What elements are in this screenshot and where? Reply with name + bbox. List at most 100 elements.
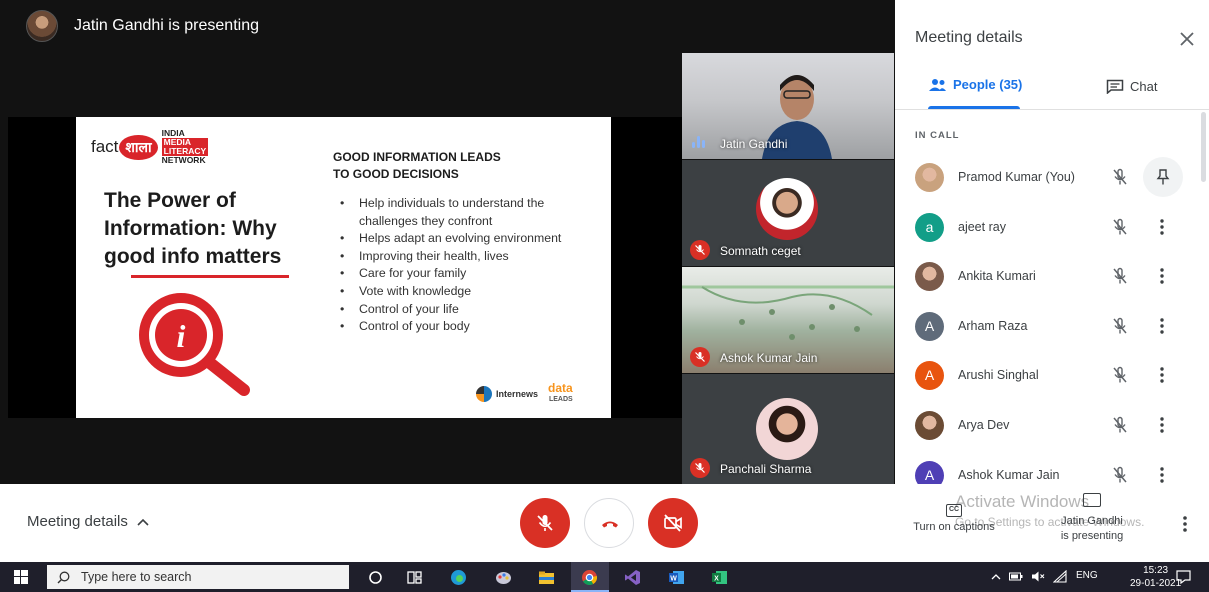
slide-bullet: Control of your body: [340, 318, 590, 336]
chat-icon: [1106, 79, 1124, 94]
participant-tile-somnath[interactable]: Somnath ceget: [682, 160, 894, 266]
participant-row[interactable]: a ajeet ray: [895, 205, 1201, 254]
participant-name: Arham Raza: [958, 318, 1028, 333]
scrollbar[interactable]: [1201, 112, 1206, 182]
svg-text:X: X: [714, 575, 719, 582]
panel-title: Meeting details: [915, 29, 1023, 46]
factshala-logo: fact शाला INDIA MEDIA LITERACY NETWORK: [91, 129, 209, 165]
slide-title: The Power of Information: Why good info …: [104, 189, 282, 268]
close-icon[interactable]: [1178, 30, 1196, 48]
participant-row[interactable]: Arya Dev: [895, 403, 1201, 452]
chevron-up-icon[interactable]: [991, 573, 1001, 580]
network-icon[interactable]: [1053, 570, 1067, 583]
file-explorer-icon[interactable]: [538, 569, 555, 586]
avatar: [915, 163, 944, 192]
tab-chat[interactable]: Chat: [1106, 79, 1157, 94]
presenting-button[interactable]: Jatin Gandhi is presenting: [1054, 493, 1130, 544]
slide-bullet: Improving their health, lives: [340, 248, 590, 266]
speaking-indicator-icon: [692, 136, 710, 148]
avatar: [915, 411, 944, 440]
participant-name: ajeet ray: [958, 219, 1006, 234]
tile-name: Ashok Kumar Jain: [720, 351, 818, 365]
bottom-bar: Meeting details Activate Windows Go to S…: [0, 484, 1209, 562]
mic-off-icon: [1113, 267, 1127, 284]
slide-footer-logos: Internews data LEADS: [476, 381, 573, 405]
more-options-icon[interactable]: [1157, 266, 1167, 286]
avatar: [756, 398, 818, 460]
more-options-icon[interactable]: [1157, 365, 1167, 385]
participant-name: Ashok Kumar Jain: [958, 467, 1060, 482]
participant-row[interactable]: A Arushi Singhal: [895, 353, 1201, 402]
svg-text:W: W: [670, 575, 677, 582]
slide-bullets: Help individuals to understand the chall…: [340, 195, 590, 336]
taskbar-search[interactable]: Type here to search: [47, 565, 349, 589]
leave-call-button[interactable]: [584, 498, 634, 548]
avatar: [915, 262, 944, 292]
visual-studio-icon[interactable]: [624, 569, 641, 586]
word-app-icon[interactable]: W: [668, 569, 685, 586]
participant-tile-panchali[interactable]: Panchali Sharma: [682, 374, 894, 484]
participant-name: Pramod Kumar (You): [958, 170, 1075, 184]
search-icon: [57, 571, 70, 583]
language-indicator[interactable]: ENG: [1076, 570, 1098, 581]
panel-divider: [895, 109, 1209, 110]
dataleads-logo: data LEADS: [548, 381, 573, 403]
slide-bullet: Vote with knowledge: [340, 283, 590, 301]
slide-divider: [131, 275, 289, 278]
pin-icon: [1156, 169, 1170, 185]
paint-app-icon[interactable]: [495, 569, 512, 586]
more-options-icon[interactable]: [1180, 514, 1190, 534]
cortana-icon[interactable]: [367, 569, 384, 586]
mic-toggle-button[interactable]: [520, 498, 570, 548]
notifications-icon[interactable]: [1176, 570, 1191, 584]
participant-row[interactable]: Pramod Kumar (You): [895, 155, 1201, 204]
windows-start-icon[interactable]: [14, 570, 28, 584]
slide-bullet: Care for your family: [340, 265, 590, 283]
camera-toggle-button[interactable]: [648, 498, 698, 548]
slide-heading: GOOD INFORMATION LEADS TO GOOD DECISIONS: [333, 150, 501, 181]
stage: Jatin Gandhi is presenting fact शाला IND…: [0, 0, 895, 484]
windows-taskbar: Type here to search W X ENG 15:23 29-01-…: [0, 562, 1209, 592]
slide-bullet: Control of your life: [340, 301, 590, 319]
volume-muted-icon[interactable]: [1031, 570, 1045, 583]
tile-name: Panchali Sharma: [720, 462, 812, 476]
chrome-browser-icon[interactable]: [581, 569, 598, 586]
internews-text: Internews: [496, 389, 539, 399]
tab-people[interactable]: People (35): [928, 77, 1022, 92]
participant-row[interactable]: A Arham Raza: [895, 304, 1201, 353]
slide-bullet: Helps adapt an evolving environment: [340, 230, 590, 248]
more-options-icon[interactable]: [1157, 415, 1167, 435]
camera-off-icon: [664, 514, 682, 532]
meeting-details-button[interactable]: Meeting details: [27, 513, 149, 530]
participant-row[interactable]: Ankita Kumari: [895, 254, 1201, 303]
meet-window: Jatin Gandhi is presenting fact शाला IND…: [0, 0, 1209, 592]
presenter-bar: Jatin Gandhi is presenting: [0, 0, 895, 52]
avatar: A: [915, 361, 944, 391]
battery-icon[interactable]: [1009, 571, 1023, 582]
task-view-icon[interactable]: [406, 569, 423, 586]
svg-text:i: i: [177, 318, 186, 354]
taskbar-clock[interactable]: 15:23 29-01-2021: [1130, 564, 1181, 590]
mic-off-icon: [1113, 218, 1127, 235]
mic-off-icon: [690, 240, 710, 260]
edge-browser-icon[interactable]: [450, 569, 467, 586]
more-options-icon[interactable]: [1157, 316, 1167, 336]
more-options-icon[interactable]: [1157, 217, 1167, 237]
captions-button[interactable]: CC Turn on captions: [906, 502, 1002, 533]
people-icon: [929, 78, 946, 91]
more-options-icon[interactable]: [1157, 465, 1167, 485]
chevron-up-icon: [137, 518, 149, 526]
presenter-label: Jatin Gandhi is presenting: [74, 17, 259, 34]
section-label: IN CALL: [915, 130, 960, 141]
excel-app-icon[interactable]: X: [711, 569, 728, 586]
pin-button[interactable]: [1143, 157, 1183, 197]
tile-name: Somnath ceget: [720, 244, 801, 258]
logo-shala-text: शाला: [119, 134, 158, 160]
presentation-slide: fact शाला INDIA MEDIA LITERACY NETWORK T…: [76, 117, 611, 418]
avatar: a: [915, 212, 944, 242]
mic-off-icon: [1113, 367, 1127, 383]
participant-name: Arya Dev: [958, 418, 1010, 432]
participant-tile-jatin[interactable]: Jatin Gandhi: [682, 53, 894, 159]
participant-tile-ashok[interactable]: Ashok Kumar Jain: [682, 267, 894, 373]
mic-off-icon: [1113, 416, 1127, 433]
